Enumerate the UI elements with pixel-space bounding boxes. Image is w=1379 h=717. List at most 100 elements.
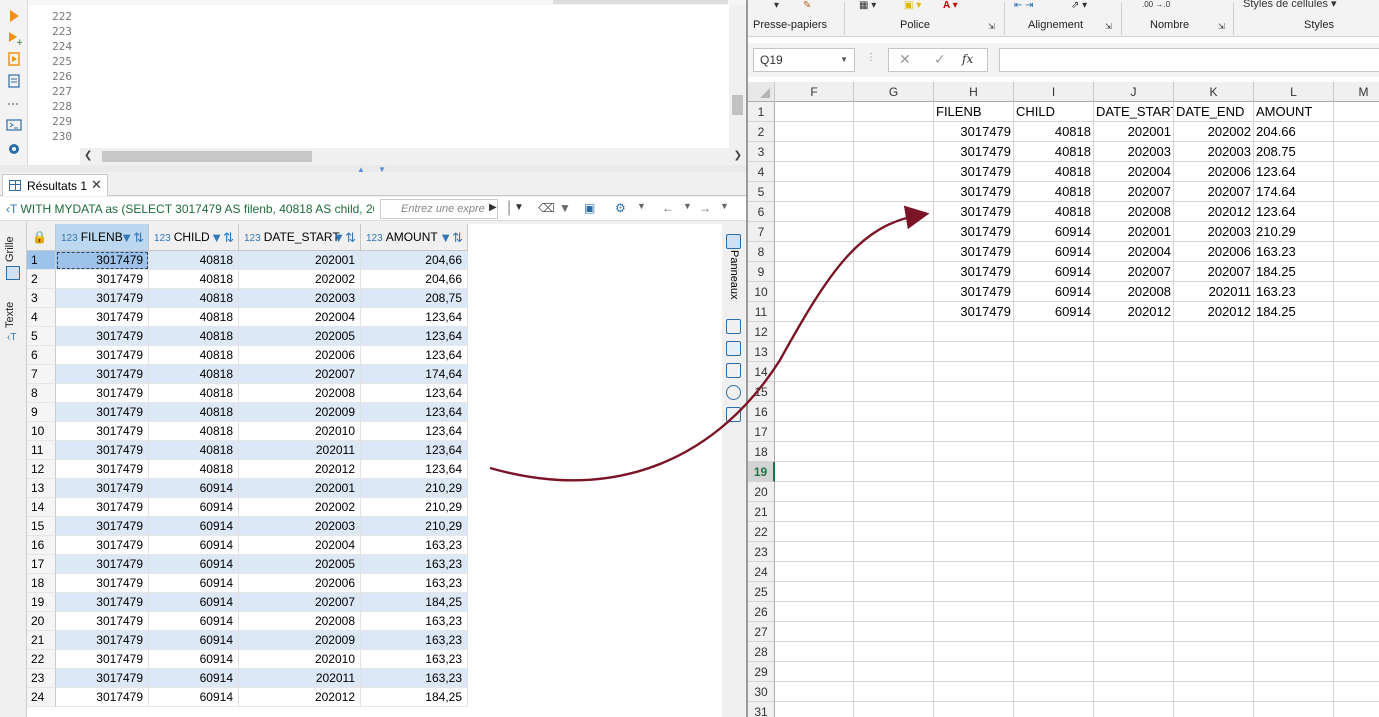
grid-cell[interactable]: 202011 <box>239 669 361 688</box>
sheet-cell[interactable] <box>775 142 854 162</box>
sheet-cell[interactable]: 202012 <box>1174 302 1254 322</box>
grid-cell[interactable]: 40818 <box>149 384 239 403</box>
back-dropdown-icon[interactable]: ▼ <box>683 201 692 211</box>
sheet-cell[interactable] <box>1334 622 1379 642</box>
sheet-cell[interactable] <box>1094 602 1174 622</box>
row-header[interactable]: 17 <box>748 422 775 442</box>
grid-cell[interactable]: 202007 <box>239 593 361 612</box>
sheet-cell[interactable] <box>1334 302 1379 322</box>
sheet-cell[interactable]: 123.64 <box>1254 202 1334 222</box>
column-header-child[interactable]: 123 CHILD ▼⇅ <box>149 224 239 251</box>
grid-cell[interactable]: 60914 <box>149 517 239 536</box>
sheet-cell[interactable] <box>1094 502 1174 522</box>
sheet-cell[interactable] <box>1334 702 1379 717</box>
sheet-cell[interactable]: 163.23 <box>1254 282 1334 302</box>
sheet-cell[interactable] <box>1014 562 1094 582</box>
column-header[interactable]: K <box>1174 82 1254 102</box>
sheet-cell[interactable] <box>934 542 1014 562</box>
sheet-cell[interactable] <box>854 102 934 122</box>
grid-view-icon[interactable] <box>6 266 20 280</box>
sheet-cell[interactable] <box>775 682 854 702</box>
sheet-cell[interactable] <box>854 182 934 202</box>
row-number[interactable]: 23 <box>27 669 56 688</box>
grid-cell[interactable]: 40818 <box>149 460 239 479</box>
grid-cell[interactable]: 60914 <box>149 536 239 555</box>
row-header[interactable]: 7 <box>748 222 775 242</box>
sheet-cell[interactable]: 204.66 <box>1254 122 1334 142</box>
grid-cell[interactable]: 163,23 <box>361 555 468 574</box>
row-header[interactable]: 23 <box>748 542 775 562</box>
grid-cell[interactable]: 123,64 <box>361 308 468 327</box>
borders-icon[interactable]: ▦ ▾ <box>859 0 876 11</box>
sheet-cell[interactable] <box>1014 362 1094 382</box>
sheet-cell[interactable]: 202007 <box>1094 262 1174 282</box>
grid-cell[interactable]: 202006 <box>239 574 361 593</box>
table-row[interactable]: 11 3017479 40818 202011 123,64 <box>27 441 468 460</box>
chevron-down-icon[interactable]: ▾ <box>774 0 779 11</box>
sheet-cell[interactable] <box>1094 342 1174 362</box>
sheet-cell[interactable]: 174.64 <box>1254 182 1334 202</box>
grid-cell[interactable]: 123,64 <box>361 327 468 346</box>
sheet-cell[interactable] <box>1334 542 1379 562</box>
execute-icon[interactable] <box>6 8 22 24</box>
filter-history-dropdown-icon[interactable]: ▼ <box>514 202 524 213</box>
sheet-cell[interactable] <box>1334 482 1379 502</box>
grid-cell[interactable]: 60914 <box>149 574 239 593</box>
sheet-cell[interactable] <box>1174 322 1254 342</box>
sheet-cell[interactable]: 202003 <box>1094 142 1174 162</box>
sheet-cell[interactable] <box>1014 322 1094 342</box>
scroll-left-icon[interactable]: ❮ <box>84 150 92 161</box>
sheet-cell[interactable] <box>854 362 934 382</box>
sheet-cell[interactable] <box>775 622 854 642</box>
sheet-cell[interactable]: 60914 <box>1014 242 1094 262</box>
sheet-cell[interactable] <box>934 662 1014 682</box>
grid-cell[interactable]: 202001 <box>239 251 361 270</box>
sheet-cell[interactable] <box>1094 402 1174 422</box>
row-number[interactable]: 8 <box>27 384 56 403</box>
grid-cell[interactable]: 60914 <box>149 555 239 574</box>
sheet-cell[interactable]: 202011 <box>1174 282 1254 302</box>
sheet-cell[interactable] <box>854 682 934 702</box>
grid-cell[interactable]: 202010 <box>239 650 361 669</box>
sheet-cell[interactable]: 202004 <box>1094 242 1174 262</box>
export-panel-icon[interactable] <box>726 407 741 422</box>
row-number[interactable]: 5 <box>27 327 56 346</box>
close-icon[interactable]: ✕ <box>91 177 102 193</box>
sheet-cell[interactable] <box>1334 222 1379 242</box>
sheet-cell[interactable]: 202002 <box>1174 122 1254 142</box>
panels-label[interactable]: Panneaux <box>728 250 740 300</box>
sheet-cell[interactable] <box>1334 102 1379 122</box>
metadata-panel-icon[interactable] <box>726 341 741 356</box>
row-number[interactable]: 9 <box>27 403 56 422</box>
row-header[interactable]: 8 <box>748 242 775 262</box>
table-row[interactable]: 17 3017479 60914 202005 163,23 <box>27 555 468 574</box>
row-number[interactable]: 3 <box>27 289 56 308</box>
sheet-cell[interactable] <box>1334 402 1379 422</box>
sheet-cell[interactable] <box>1174 382 1254 402</box>
sort-filter-icon[interactable]: ▼⇅ <box>332 224 356 250</box>
grid-cell[interactable]: 3017479 <box>56 403 149 422</box>
sheet-cell[interactable] <box>1334 122 1379 142</box>
sheet-cell[interactable] <box>1254 362 1334 382</box>
forward-arrow-icon[interactable]: → <box>699 201 711 215</box>
decimal-icon[interactable]: .00 →.0 <box>1142 0 1170 9</box>
grid-cell[interactable]: 202008 <box>239 612 361 631</box>
row-header[interactable]: 11 <box>748 302 775 322</box>
row-number[interactable]: 2 <box>27 270 56 289</box>
sheet-cell[interactable] <box>1334 602 1379 622</box>
row-number[interactable]: 17 <box>27 555 56 574</box>
sheet-cell[interactable] <box>1014 582 1094 602</box>
grid-cell[interactable]: 163,23 <box>361 650 468 669</box>
value-panel-icon[interactable] <box>726 319 741 334</box>
grid-cell[interactable]: 163,23 <box>361 612 468 631</box>
sheet-cell[interactable]: 60914 <box>1014 262 1094 282</box>
grid-cell[interactable]: 40818 <box>149 403 239 422</box>
sheet-cell[interactable] <box>775 262 854 282</box>
sheet-cell[interactable] <box>1334 662 1379 682</box>
sheet-cell[interactable] <box>1174 602 1254 622</box>
grid-cell[interactable]: 202004 <box>239 308 361 327</box>
grid-cell[interactable]: 60914 <box>149 669 239 688</box>
select-all-corner[interactable] <box>748 82 775 102</box>
alignment-dialog-launcher-icon[interactable]: ⇲ <box>1105 22 1112 31</box>
sheet-cell[interactable]: 202006 <box>1174 242 1254 262</box>
